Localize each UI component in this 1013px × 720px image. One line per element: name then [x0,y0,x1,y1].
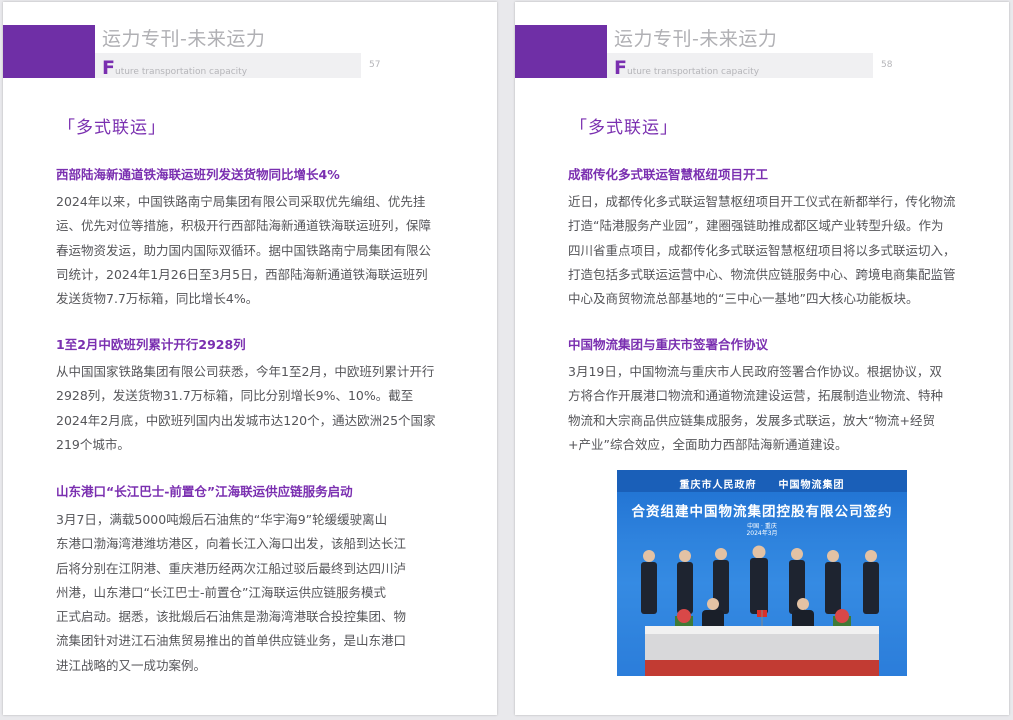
article-title: 成都传化多式联运智慧枢纽项目开工 [568,167,769,182]
article-body: 从中国国家铁路集团有限公司获悉，今年1至2月，中欧班列累计开行 2928列，发送… [56,360,451,457]
body-line: 2928列，发送货物31.7万标箱，同比分别增长9%、10%。截至 [56,388,414,404]
table-skirt-red [645,660,879,676]
backdrop-date: 2024年3月 [746,530,778,537]
body-line: 正式启动。据悉，该批煅后石油焦是渤海湾港联合投控集团、物 [56,609,407,625]
article-body: 3月7日，满载5000吨煅后石油焦的“华宇海9”轮缓缓驶离山 东港口渤海湾港潍坊… [56,508,451,678]
body-line: 进江战略的又一成功案例。 [56,657,207,673]
subtitle-initial: F [102,57,115,79]
body-line: 2024年2月底，中欧班列国内出发城市达120个，通达欧洲25个国家 [56,412,436,428]
flag-pole [761,610,763,626]
body-line: +产业”综合效应，全面助力西部陆海新通道建设。 [568,436,848,452]
running-head-title: 运力专刊-未来运力 [614,28,778,50]
body-line: 发送货物7.7万标箱，同比增长4%。 [56,291,259,307]
body-line: 流集团针对进江石油焦贸易推出的首单供应链业务，是山东港口 [56,633,407,649]
running-head-title: 运力专刊-未来运力 [102,28,266,50]
body-line: 运、优先对位等措施，积极开行西部陆海新通道铁海联运班列，保障 [56,218,432,234]
backdrop-headline: 合资组建中国物流集团控股有限公司签约 [631,504,893,520]
running-head-subtitle: Future transportation capacity [614,57,759,79]
article-title: 中国物流集团与重庆市签署合作协议 [568,337,769,352]
body-line: 219个城市。 [56,436,130,452]
subtitle-initial: F [614,57,627,79]
page-number: 57 [369,60,381,70]
article-title: 西部陆海新通道铁海联运班列发送货物同比增长4% [56,167,340,182]
body-line: 2024年以来，中国铁路南宁局集团有限公司采取优先编组、优先挂 [56,194,426,209]
subtitle-rest: uture transportation capacity [114,67,248,77]
body-line: 3月19日，中国物流与重庆市人民政府签署合作协议。根据协议，双 [568,364,942,379]
body-line: 打造“陆港服务产业园”，建圈强链助推成都区域产业转型升级。作为 [568,218,944,234]
page-number: 58 [881,60,893,70]
table-top [645,626,879,634]
body-line: 近日，成都传化多式联运智慧枢纽项目开工仪式在新都举行，传化物流 [568,194,956,209]
body-line: 方将合作开展港口物流和通道物流建设运营，拓展制造业物流、特种 [568,388,944,404]
article-title: 山东港口“长江巴士-前置仓”江海联运供应链服务启动 [56,484,353,499]
section-tag: 「多式联运」 [58,118,166,138]
article-body: 2024年以来，中国铁路南宁局集团有限公司采取优先编组、优先挂 运、优先对位等措… [56,190,451,311]
body-line: 打造包括多式联运运营中心、物流供应链服务中心、跨境电商集配监管 [568,266,956,282]
body-line: 从中国国家铁路集团有限公司获悉，今年1至2月，中欧班列累计开行 [56,364,435,379]
page-58: 运力专刊-未来运力 Future transportation capacity… [515,2,1009,715]
page-57: 运力专刊-未来运力 Future transportation capacity… [3,2,497,715]
body-line: 四川省重点项目，成都传化多式联运智慧枢纽项目将以多式联运切入， [568,242,956,258]
body-line: 物流和大宗商品供应链集成服务，发展多式联运，放大“物流+经贸 [568,412,935,428]
body-line: 司统计，2024年1月26日至3月5日，西部陆海新通道铁海联运班列 [56,266,428,282]
body-line: 东港口渤海湾港潍坊港区，向着长江入海口出发，该船到达长江 [56,536,407,552]
body-line: 3月7日，满载5000吨煅后石油焦的“华宇海9”轮缓缓驶离山 [56,512,388,527]
body-line: 春运物资发运，助力国内国际双循环。据中国铁路南宁局集团有限公 [56,242,432,258]
section-tag: 「多式联运」 [570,118,678,138]
signing-ceremony-photo: 重庆市人民政府 中国物流集团 合资组建中国物流集团控股有限公司签约 中国 · 重… [617,470,907,676]
backdrop-org-line: 重庆市人民政府 中国物流集团 [679,480,845,491]
body-line: 中心及商贸物流总部基地的“三中心一基地”四大核心功能板块。 [568,291,919,307]
header-color-block [515,25,607,78]
body-line: 州港，山东港口“长江巴士-前置仓”江海联运供应链服务模式 [56,584,386,600]
article-body: 近日，成都传化多式联运智慧枢纽项目开工仪式在新都举行，传化物流 打造“陆港服务产… [568,190,963,311]
subtitle-rest: uture transportation capacity [626,67,760,77]
running-head-subtitle: Future transportation capacity [102,57,247,79]
body-line: 后将分别在江阴港、重庆港历经两次江船过驳后最终到达四川泸 [56,560,407,576]
article-body: 3月19日，中国物流与重庆市人民政府签署合作协议。根据协议，双 方将合作开展港口… [568,360,963,457]
header-color-block [3,25,95,78]
article-title: 1至2月中欧班列累计开行2928列 [56,337,246,352]
